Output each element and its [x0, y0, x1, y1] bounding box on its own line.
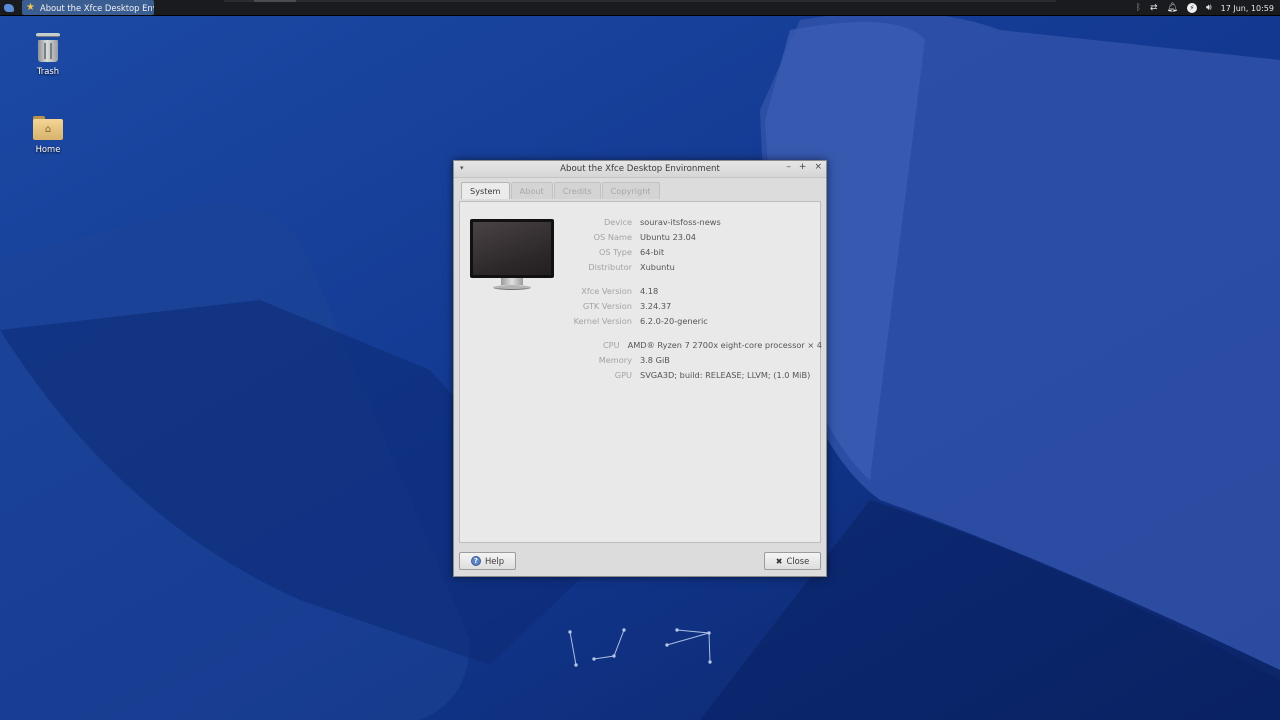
notification-bell-icon[interactable]: 🔔︎ — [1167, 3, 1178, 13]
info-row-os-type: OS Type 64-bit — [460, 247, 822, 259]
volume-icon[interactable]: 🔊︎ — [1206, 3, 1212, 13]
workspace-indicator[interactable] — [254, 0, 296, 2]
info-row-kernel-version: Kernel Version 6.2.0-20-generic — [460, 316, 822, 328]
window-titlebar[interactable]: ▾ About the Xfce Desktop Environment – +… — [454, 161, 826, 178]
tab-system[interactable]: System — [461, 182, 510, 199]
trash-icon — [36, 33, 60, 37]
info-value: 6.2.0-20-generic — [640, 316, 708, 326]
window-title: About the Xfce Desktop Environment — [560, 164, 720, 174]
window-menu-icon[interactable]: ▾ — [460, 164, 464, 172]
applications-menu-button[interactable] — [0, 0, 18, 16]
info-key: Distributor — [588, 262, 632, 272]
system-tray: ᛒ ⇄ 🔔︎ ⚡︎ 🔊︎ 17 Jun, 10:59 — [1136, 0, 1274, 16]
info-value: 3.24.37 — [640, 301, 672, 311]
info-key: Device — [603, 217, 632, 227]
about-xfce-dialog: ▾ About the Xfce Desktop Environment – +… — [453, 160, 827, 577]
close-icon[interactable]: × — [814, 162, 822, 172]
clock[interactable]: 17 Jun, 10:59 — [1221, 4, 1274, 13]
bluetooth-icon[interactable]: ᛒ — [1136, 3, 1141, 13]
top-panel: ★ About the Xfce Desktop Envi... ᛒ ⇄ 🔔︎ … — [0, 0, 1280, 16]
desktop-icon-label: Home — [35, 144, 61, 154]
info-value: Ubuntu 23.04 — [640, 232, 697, 242]
info-key: OS Name — [593, 232, 632, 242]
close-x-icon: ✖ — [775, 556, 783, 566]
tab-bar: System About Credits Copyright — [461, 182, 660, 199]
info-value: AMD® Ryzen 7 2700x eight-core processor … — [627, 340, 822, 350]
xfce-star-icon: ★ — [26, 1, 35, 13]
info-row-distributor: Distributor Xubuntu — [460, 262, 822, 274]
help-button[interactable]: ? Help — [459, 552, 516, 570]
help-icon: ? — [470, 556, 481, 566]
info-row-os-name: OS Name Ubuntu 23.04 — [460, 232, 822, 244]
close-button[interactable]: ✖ Close — [764, 552, 821, 570]
tab-credits[interactable]: Credits — [553, 182, 601, 199]
power-manager-icon[interactable]: ⚡︎ — [1186, 3, 1197, 13]
taskbar-window-label: About the Xfce Desktop Envi... — [39, 2, 154, 13]
desktop-icon-trash[interactable]: Trash — [18, 33, 78, 76]
info-key: Memory — [598, 355, 632, 365]
info-row-gpu: GPU SVGA3D; build: RELEASE; LLVM; (1.0 M… — [460, 370, 822, 382]
info-row-memory: Memory 3.8 GiB — [460, 355, 822, 367]
info-key: GPU — [614, 370, 632, 380]
help-button-label: Help — [484, 556, 505, 566]
tab-copyright[interactable]: Copyright — [601, 182, 660, 199]
home-folder-icon: ⌂ — [33, 116, 63, 140]
info-row-device: Device sourav-itsfoss-news — [460, 217, 822, 229]
close-button-label: Close — [786, 556, 810, 566]
info-row-gtk-version: GTK Version 3.24.37 — [460, 301, 822, 313]
info-row-xfce-version: Xfce Version 4.18 — [460, 286, 822, 298]
info-key: Kernel Version — [573, 316, 632, 326]
info-key: OS Type — [598, 247, 632, 257]
system-tab-panel: Device sourav-itsfoss-news OS Name Ubunt… — [459, 201, 822, 543]
minimize-icon[interactable]: – — [786, 162, 791, 172]
info-key: CPU — [602, 340, 620, 350]
xfce-logo-icon — [4, 3, 14, 12]
network-icon[interactable]: ⇄ — [1150, 3, 1158, 13]
panel-separator — [224, 0, 1056, 2]
info-value: sourav-itsfoss-news — [640, 217, 721, 227]
info-row-cpu: CPU AMD® Ryzen 7 2700x eight-core proces… — [460, 340, 822, 352]
info-value: 3.8 GiB — [640, 355, 670, 365]
info-value: Xubuntu — [640, 262, 675, 272]
info-value: 4.18 — [640, 286, 659, 296]
info-value: SVGA3D; build: RELEASE; LLVM; (1.0 MiB) — [640, 370, 811, 380]
info-value: 64-bit — [640, 247, 665, 257]
taskbar-window-button[interactable]: ★ About the Xfce Desktop Envi... — [22, 0, 154, 15]
info-key: Xfce Version — [581, 286, 632, 296]
info-key: GTK Version — [582, 301, 632, 311]
desktop-icon-label: Trash — [36, 66, 60, 76]
tab-about[interactable]: About — [510, 182, 553, 199]
desktop-icon-home[interactable]: ⌂ Home — [18, 114, 78, 154]
maximize-icon[interactable]: + — [799, 162, 807, 172]
